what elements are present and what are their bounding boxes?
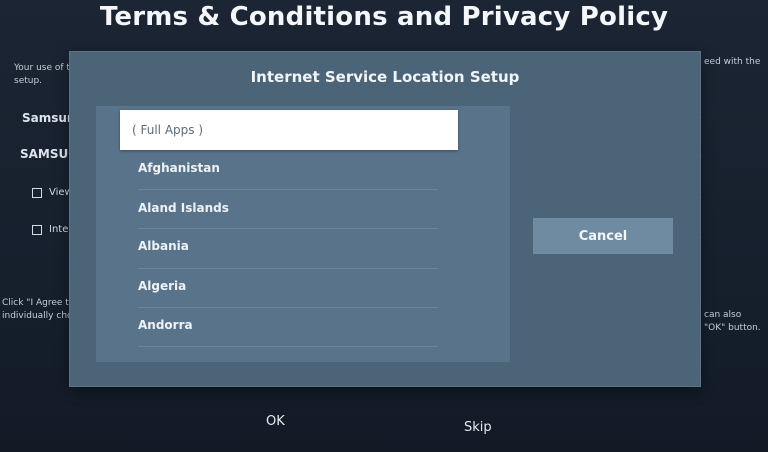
checkbox-icon [32, 224, 42, 235]
list-item[interactable]: Aland Islands [96, 188, 446, 228]
checkbox-icon [32, 187, 42, 198]
list-item[interactable]: Algeria [96, 266, 446, 306]
cancel-button[interactable]: Cancel [533, 218, 673, 254]
country-list[interactable]: ( Full Apps ) Afghanistan Aland Islands … [96, 106, 510, 362]
list-divider [138, 346, 438, 347]
dialog-title: Internet Service Location Setup [250, 68, 520, 86]
list-item[interactable]: Albania [96, 226, 446, 266]
intro-text-right: eed with the [704, 57, 761, 67]
location-setup-dialog: Internet Service Location Setup ( Full A… [70, 52, 700, 386]
list-item-full-apps[interactable]: ( Full Apps ) [120, 110, 458, 150]
list-item[interactable]: Afghanistan [96, 148, 446, 188]
ok-button[interactable]: OK [266, 414, 285, 429]
footer-text-right: can also "OK" button. [704, 310, 761, 333]
skip-button[interactable]: Skip [464, 420, 492, 435]
viewing-info-checkbox[interactable]: Viewi [32, 187, 76, 198]
page-title: Terms & Conditions and Privacy Policy [99, 2, 669, 32]
list-item[interactable]: Andorra [96, 305, 446, 345]
